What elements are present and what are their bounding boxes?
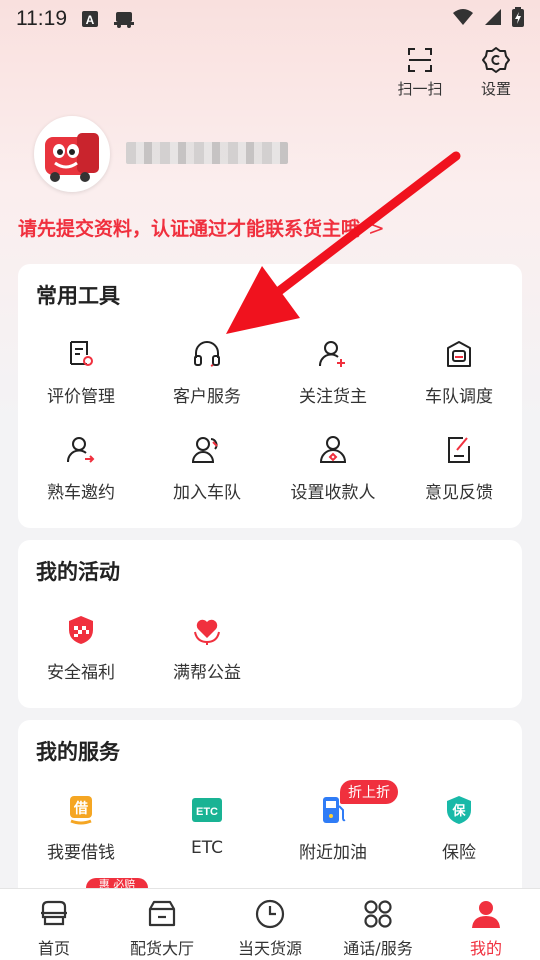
services-grid: 借 我要借钱 ETC ETC 折上折 附近加油 保 保险	[18, 780, 522, 890]
activity-label: 安全福利	[47, 663, 115, 683]
follow-user-icon	[318, 341, 345, 367]
tool-set-payee[interactable]: 设置收款人	[270, 434, 396, 530]
tab-mine[interactable]: 我的	[432, 889, 540, 960]
join-team-icon	[191, 437, 218, 463]
tab-home[interactable]: 首页	[0, 889, 108, 960]
profile-icon	[472, 901, 500, 928]
common-tools-card: 常用工具 评价管理 客户服务 关注货主 车队调度 熟车邀约 加入车队 设置收款人…	[18, 264, 522, 528]
service-nearby-fuel[interactable]: 折上折 附近加油	[270, 780, 398, 890]
tool-feedback[interactable]: 意见反馈	[396, 434, 522, 530]
activities-grid: 安全福利 满帮公益	[18, 614, 522, 710]
verification-notice-text: 请先提交资料，认证通过才能联系货主哦	[18, 218, 361, 240]
signal-icon	[484, 8, 502, 30]
activity-safety-benefits[interactable]: 安全福利	[18, 614, 144, 710]
chevron-right-icon: >	[368, 215, 385, 240]
home-icon	[41, 900, 67, 926]
service-insurance[interactable]: 保 保险	[396, 794, 522, 890]
service-label: 保险	[442, 843, 476, 863]
charity-heart-icon	[194, 619, 220, 645]
borrow-money-icon: 借	[70, 796, 92, 825]
svg-text:借: 借	[73, 800, 88, 817]
keyboard-a-icon: A	[81, 10, 99, 28]
activities-title: 我的活动	[36, 560, 120, 584]
scan-icon	[408, 48, 432, 72]
common-tools-title: 常用工具	[36, 284, 120, 308]
fleet-dispatch-icon	[447, 341, 471, 367]
settings-button[interactable]: 设置	[470, 46, 522, 99]
common-tools-grid: 评价管理 客户服务 关注货主 车队调度 熟车邀约 加入车队 设置收款人 意见反馈	[18, 338, 522, 530]
tab-label: 我的	[469, 939, 502, 958]
bottom-tab-bar: 首页 配货大厅 当天货源 通话/服务 我的	[0, 888, 540, 960]
tool-familiar-truck-invite[interactable]: 熟车邀约	[18, 434, 144, 530]
services-grid-icon	[364, 900, 392, 928]
tool-label: 客户服务	[173, 387, 241, 407]
tab-label: 当天货源	[237, 939, 302, 958]
tool-review-management[interactable]: 评价管理	[18, 338, 144, 434]
truck-mascot-icon	[45, 133, 99, 182]
settings-label: 设置	[480, 80, 511, 98]
activity-label: 满帮公益	[173, 663, 241, 683]
cargo-hall-icon	[148, 900, 176, 927]
service-label: 附近加油	[299, 843, 367, 863]
verification-notice[interactable]: 请先提交资料，认证通过才能联系货主哦 >	[18, 214, 385, 241]
tool-join-team[interactable]: 加入车队	[144, 434, 270, 530]
svg-text:保: 保	[451, 803, 466, 819]
feedback-icon	[448, 437, 470, 463]
tool-customer-service[interactable]: 客户服务	[144, 338, 270, 434]
tab-cargo-hall[interactable]: 配货大厅	[108, 889, 216, 960]
tool-label: 加入车队	[173, 483, 241, 503]
review-icon	[70, 341, 93, 366]
activity-charity[interactable]: 满帮公益	[144, 614, 270, 710]
scan-label: 扫一扫	[397, 80, 443, 98]
tab-label: 首页	[37, 939, 70, 958]
svg-text:ETC: ETC	[196, 806, 218, 818]
clock-icon	[255, 899, 285, 929]
scan-button[interactable]: 扫一扫	[394, 46, 446, 99]
etc-icon: ETC	[192, 798, 222, 822]
username-redacted	[126, 142, 288, 164]
tab-calls-services[interactable]: 通话/服务	[324, 889, 432, 960]
invite-user-icon	[66, 437, 95, 463]
tool-label: 关注货主	[299, 387, 367, 407]
headset-icon	[194, 341, 220, 367]
status-bar: 11:19 A	[0, 0, 540, 38]
payee-icon	[319, 436, 347, 463]
wifi-icon	[452, 8, 474, 30]
settings-icon	[482, 47, 510, 73]
battery-icon	[512, 7, 524, 31]
tool-label: 车队调度	[425, 387, 493, 407]
tab-today-cargo[interactable]: 当天货源	[216, 889, 324, 960]
tool-label: 熟车邀约	[47, 483, 115, 503]
service-label: 我要借钱	[47, 843, 115, 863]
status-time: 11:19	[16, 7, 67, 30]
services-title: 我的服务	[36, 740, 120, 764]
insurance-icon: 保	[447, 796, 471, 824]
service-etc[interactable]: ETC ETC	[144, 794, 270, 890]
activities-card: 我的活动 安全福利 满帮公益	[18, 540, 522, 708]
service-label: ETC	[191, 838, 223, 858]
safety-shield-icon	[69, 616, 93, 644]
tool-label: 设置收款人	[290, 483, 376, 503]
tool-follow-shipper[interactable]: 关注货主	[270, 338, 396, 434]
tool-label: 评价管理	[47, 387, 115, 407]
svg-text:A: A	[86, 13, 95, 27]
service-borrow-money[interactable]: 借 我要借钱	[18, 794, 144, 890]
truck-status-icon	[113, 10, 135, 28]
tool-label: 意见反馈	[425, 483, 493, 503]
top-actions: 扫一扫 设置	[394, 46, 522, 99]
tab-label: 通话/服务	[343, 939, 413, 958]
discount-badge: 折上折	[340, 780, 398, 804]
tab-label: 配货大厅	[129, 939, 194, 958]
tool-fleet-dispatch[interactable]: 车队调度	[396, 338, 522, 434]
avatar[interactable]	[34, 116, 110, 192]
